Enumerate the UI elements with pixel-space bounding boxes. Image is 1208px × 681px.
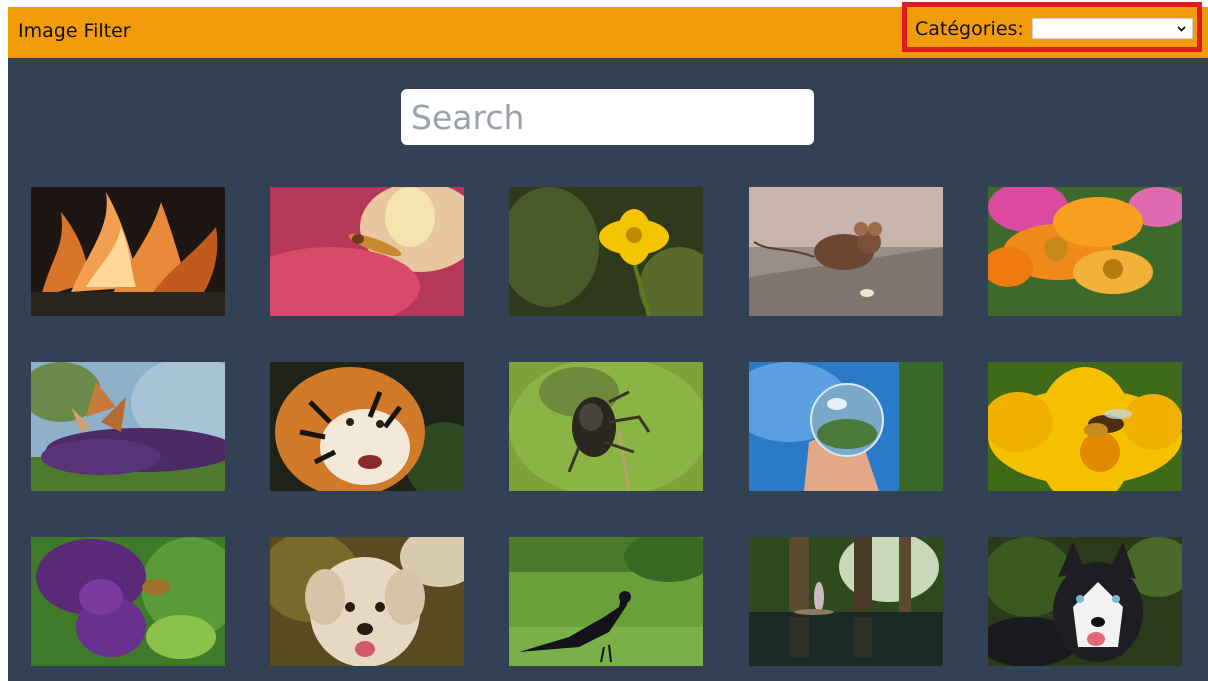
- categories-highlight: Catégories:: [902, 2, 1202, 52]
- glass-ball-photo: [749, 362, 943, 491]
- app-title: Image Filter: [18, 20, 131, 42]
- gallery-image-beetle[interactable]: [509, 362, 703, 491]
- hoverfly-photo: [270, 187, 464, 316]
- search-input[interactable]: [401, 89, 814, 145]
- gallery-image-butterfly[interactable]: [31, 362, 225, 491]
- navbar: Image Filter Catégories:: [8, 2, 1208, 58]
- gallery-image-glass-ball[interactable]: [749, 362, 943, 491]
- bee-photo: [988, 362, 1182, 491]
- gallery-image-hoverfly[interactable]: [270, 187, 464, 316]
- butterfly-photo: [31, 362, 225, 491]
- poodle-photo: [270, 537, 464, 666]
- app-container: Image Filter Catégories:: [8, 2, 1208, 681]
- crow-photo: [509, 537, 703, 666]
- gallery-image-crow[interactable]: [509, 537, 703, 666]
- gallery-image-lilac-bee[interactable]: [31, 537, 225, 666]
- forest-stream-photo: [749, 537, 943, 666]
- gallery-image-flames[interactable]: [31, 187, 225, 316]
- chevron-down-icon: [1177, 26, 1186, 32]
- husky-photo: [988, 537, 1182, 666]
- orange-flowers-photo: [988, 187, 1182, 316]
- yellow-flower-photo: [509, 187, 703, 316]
- lilac-bee-photo: [31, 537, 225, 666]
- gallery-image-husky[interactable]: [988, 537, 1182, 666]
- gallery-image-bee[interactable]: [988, 362, 1182, 491]
- gallery-image-tiger[interactable]: [270, 362, 464, 491]
- mouse-photo: [749, 187, 943, 316]
- beetle-photo: [509, 362, 703, 491]
- tiger-photo: [270, 362, 464, 491]
- categories-select[interactable]: [1032, 18, 1193, 39]
- gallery-image-poodle[interactable]: [270, 537, 464, 666]
- gallery-image-forest-stream[interactable]: [749, 537, 943, 666]
- gallery-image-mouse[interactable]: [749, 187, 943, 316]
- categories-label: Catégories:: [915, 18, 1024, 40]
- flame-photo: [31, 187, 225, 316]
- gallery-image-orange-flowers[interactable]: [988, 187, 1182, 316]
- gallery-image-yellow-flower[interactable]: [509, 187, 703, 316]
